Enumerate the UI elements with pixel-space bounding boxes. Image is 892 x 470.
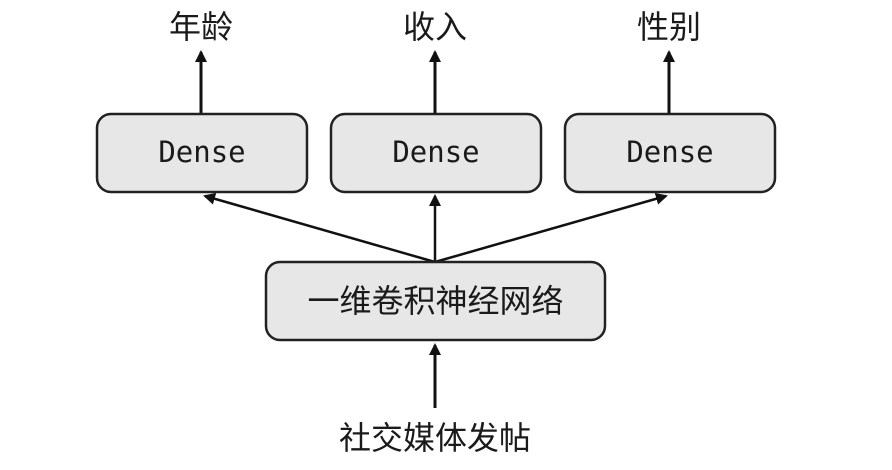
encoder-box: 一维卷积神经网络 [264,260,607,342]
dense-label-middle: Dense [392,135,479,169]
dense-box-right: Dense [563,112,777,194]
dense-box-left: Dense [95,112,309,194]
output-label-income: 收入 [403,8,467,46]
output-label-gender: 性别 [637,8,701,46]
multi-output-diagram: 年龄 收入 性别 Dense Dense Dense 一维卷积神经网络 社交媒体… [95,8,777,457]
arrow-encoder-to-dense-right [434,192,668,264]
arrow-encoder-to-dense-left [203,192,436,264]
dense-label-left: Dense [158,135,245,169]
encoder-label: 一维卷积神经网络 [307,282,563,320]
dense-box-middle: Dense [329,112,543,194]
input-label: 社交媒体发帖 [339,419,531,457]
output-label-age: 年龄 [169,8,233,46]
dense-label-right: Dense [626,135,713,169]
